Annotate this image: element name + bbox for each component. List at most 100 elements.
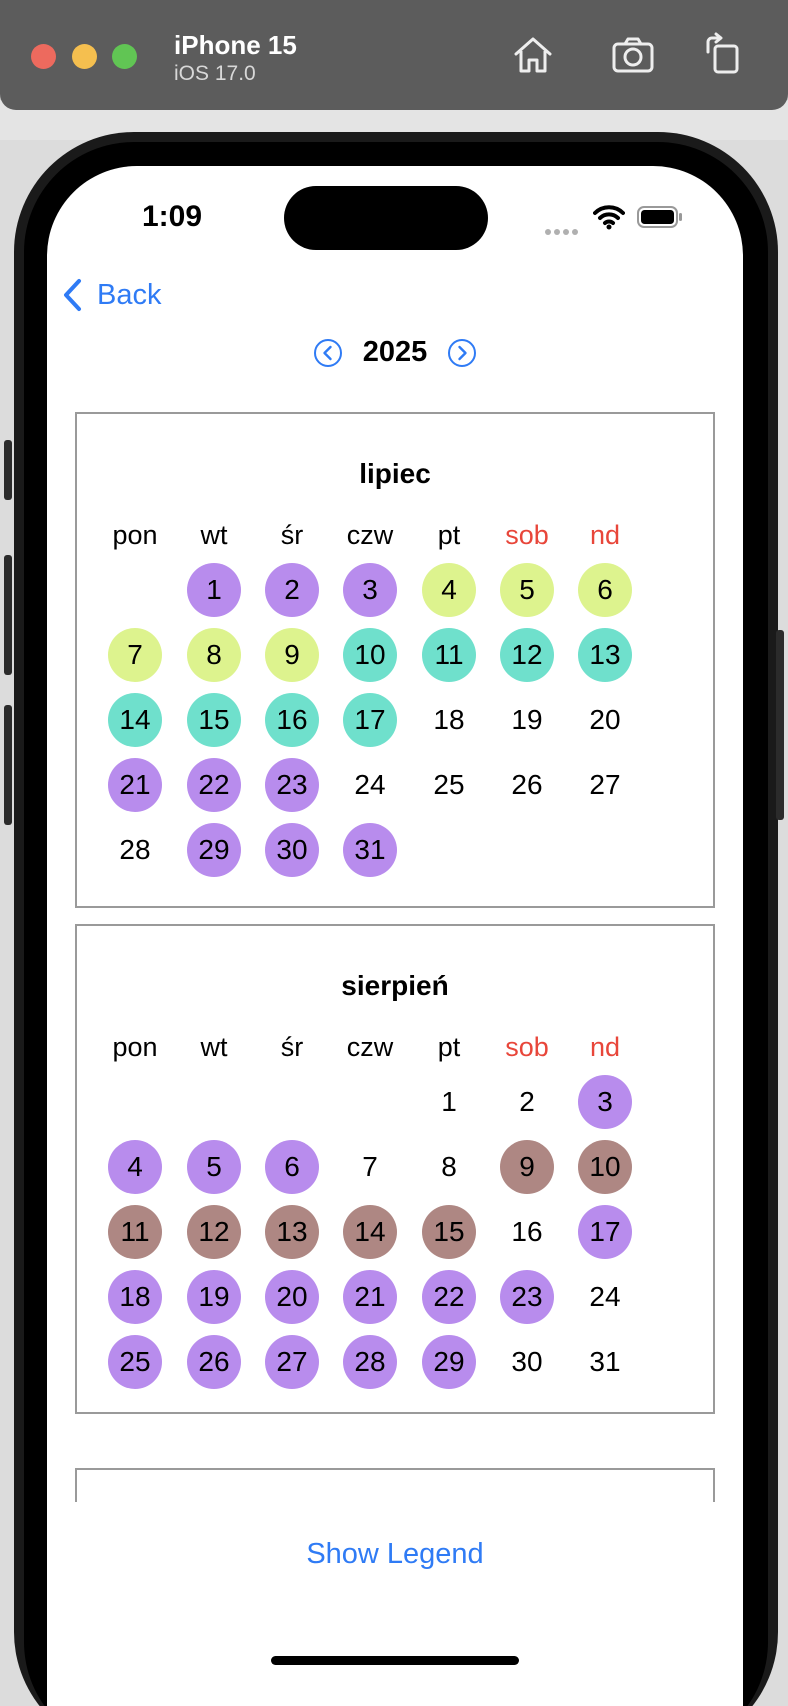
calendar-day[interactable]: 22 (187, 758, 241, 812)
calendar-day[interactable]: 11 (108, 1205, 162, 1259)
rotate-button[interactable] (700, 32, 746, 78)
back-button[interactable]: Back (61, 278, 161, 312)
calendar-day[interactable]: 10 (343, 628, 397, 682)
calendar-day[interactable]: 8 (187, 628, 241, 682)
calendar-day[interactable]: 30 (265, 823, 319, 877)
calendar-day[interactable]: 4 (108, 1140, 162, 1194)
calendar-day[interactable]: 15 (422, 1205, 476, 1259)
chevron-left-icon (64, 279, 81, 311)
calendar-day[interactable]: 5 (500, 563, 554, 617)
minimize-window-button[interactable] (72, 44, 97, 69)
year-selector: 2025 (47, 336, 743, 369)
calendar-day[interactable]: 15 (187, 693, 241, 747)
weekday-label: pon (112, 1032, 158, 1062)
calendar-day[interactable]: 21 (343, 1270, 397, 1324)
calendar-day[interactable]: 13 (265, 1205, 319, 1259)
calendar-day[interactable]: 13 (578, 628, 632, 682)
calendar-day[interactable]: 11 (422, 628, 476, 682)
weekday-label: nd (589, 520, 621, 550)
weekday-label: wt (200, 1032, 228, 1062)
calendar-day[interactable]: 29 (187, 823, 241, 877)
calendar-day[interactable]: 16 (265, 693, 319, 747)
simulator-title-bar: iPhone 15 iOS 17.0 (0, 0, 788, 110)
calendar-day[interactable]: 8 (422, 1140, 476, 1194)
calendar-day[interactable]: 5 (187, 1140, 241, 1194)
calendar-day[interactable]: 19 (500, 693, 554, 747)
rotate-icon (706, 32, 739, 74)
calendar-day[interactable]: 16 (500, 1205, 554, 1259)
calendar-day[interactable]: 23 (500, 1270, 554, 1324)
calendar-day[interactable]: 18 (108, 1270, 162, 1324)
calendar-day[interactable]: 27 (265, 1335, 319, 1389)
wifi-icon (593, 205, 625, 230)
dynamic-island (284, 186, 488, 250)
calendar-day[interactable]: 6 (578, 563, 632, 617)
calendar-day[interactable]: 4 (422, 563, 476, 617)
volume-down-button (4, 705, 12, 825)
calendar-day[interactable]: 28 (108, 823, 162, 877)
battery-icon (637, 206, 682, 228)
show-legend-button[interactable]: Show Legend (47, 1538, 743, 1571)
power-button (776, 630, 784, 820)
calendar-day[interactable]: 7 (108, 628, 162, 682)
calendar-day[interactable]: 2 (265, 563, 319, 617)
calendar-day[interactable]: 30 (500, 1335, 554, 1389)
calendar-day[interactable]: 10 (578, 1140, 632, 1194)
calendar-day[interactable]: 25 (108, 1335, 162, 1389)
zoom-window-button[interactable] (112, 44, 137, 69)
calendar-day[interactable]: 12 (500, 628, 554, 682)
month-card: lipiec pon wt śr czw pt sob nd 1 2 3 4 5 6 7 8 9 10 11 12 13… (75, 412, 715, 908)
calendar-day[interactable]: 9 (500, 1140, 554, 1194)
year-label: 2025 (362, 336, 428, 368)
calendar-day[interactable]: 1 (422, 1075, 476, 1129)
calendar-day[interactable]: 2 (500, 1075, 554, 1129)
weekday-label: czw (346, 1032, 394, 1062)
calendar-day[interactable]: 23 (265, 758, 319, 812)
simulator-os-version: iOS 17.0 (174, 62, 256, 85)
calendar-day[interactable]: 14 (343, 1205, 397, 1259)
weekday-label: pt (437, 520, 461, 550)
weekday-label: sob (505, 520, 549, 550)
calendar-day[interactable]: 3 (578, 1075, 632, 1129)
weekday-label: pon (112, 520, 158, 550)
calendar-day[interactable]: 6 (265, 1140, 319, 1194)
calendar-day[interactable]: 18 (422, 693, 476, 747)
previous-year-icon[interactable] (313, 338, 343, 368)
calendar-day[interactable]: 25 (422, 758, 476, 812)
screenshot-button[interactable] (610, 32, 656, 78)
calendar-day[interactable]: 26 (187, 1335, 241, 1389)
weekday-label: czw (346, 520, 394, 550)
month-card: sierpień pon wt śr czw pt sob nd 1 2 3 4 5 6 7 8 9 10 11 12… (75, 924, 715, 1414)
calendar-day[interactable]: 26 (500, 758, 554, 812)
calendar-day[interactable]: 3 (343, 563, 397, 617)
calendar-day[interactable]: 31 (343, 823, 397, 877)
home-indicator (271, 1656, 519, 1665)
calendar-day[interactable]: 20 (265, 1270, 319, 1324)
calendar-day[interactable]: 17 (578, 1205, 632, 1259)
calendar-day[interactable]: 21 (108, 758, 162, 812)
calendar-day[interactable]: 28 (343, 1335, 397, 1389)
calendar-day[interactable]: 12 (187, 1205, 241, 1259)
calendar-day[interactable]: 1 (187, 563, 241, 617)
calendar-day[interactable]: 20 (578, 693, 632, 747)
calendar-day[interactable]: 31 (578, 1335, 632, 1389)
weekday-label: śr (280, 1032, 304, 1062)
close-window-button[interactable] (31, 44, 56, 69)
home-button[interactable] (510, 32, 556, 78)
next-year-icon[interactable] (447, 338, 477, 368)
weekday-label: śr (280, 520, 304, 550)
calendar-day[interactable]: 9 (265, 628, 319, 682)
legend-bar-cover (47, 1502, 743, 1706)
calendar-day[interactable]: 29 (422, 1335, 476, 1389)
calendar-day[interactable]: 19 (187, 1270, 241, 1324)
calendar-day[interactable]: 17 (343, 693, 397, 747)
signal-dots-icon (545, 222, 583, 235)
calendar-day[interactable]: 24 (343, 758, 397, 812)
weekday-label: pt (437, 1032, 461, 1062)
calendar-day[interactable]: 7 (343, 1140, 397, 1194)
calendar-day[interactable]: 22 (422, 1270, 476, 1324)
calendar-day[interactable]: 24 (578, 1270, 632, 1324)
month-title: sierpień (341, 970, 449, 1001)
calendar-day[interactable]: 27 (578, 758, 632, 812)
calendar-day[interactable]: 14 (108, 693, 162, 747)
